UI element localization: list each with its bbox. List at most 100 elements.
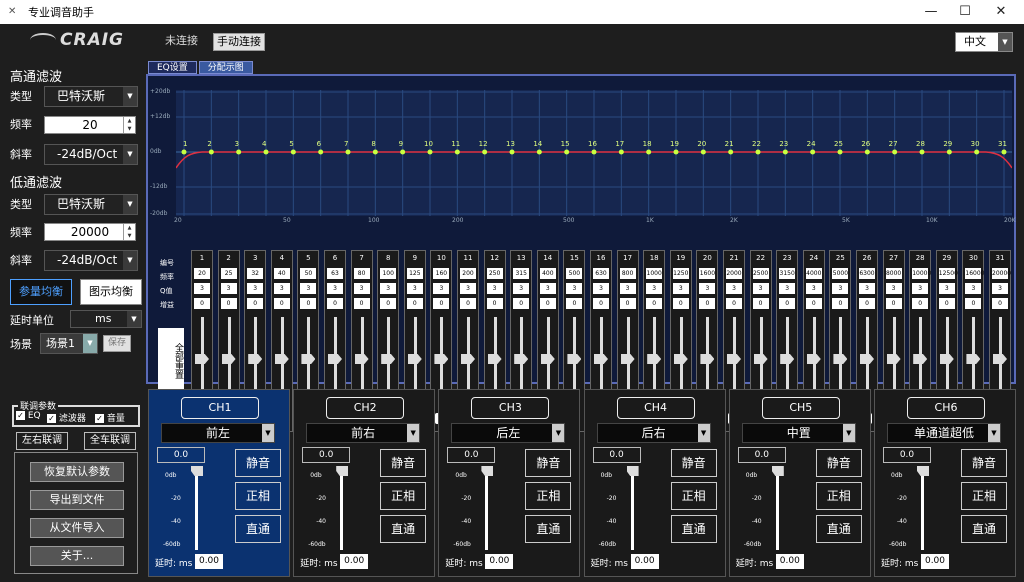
band-slider-knob[interactable] (993, 354, 1007, 364)
band-slider-knob[interactable] (806, 354, 821, 364)
channel-gain-value[interactable]: 0.0 (157, 447, 205, 463)
band-freq[interactable]: 800 (619, 268, 636, 279)
hp-freq-input[interactable]: 20 ▲ ▼ (44, 116, 136, 134)
lr-link-button[interactable]: 左右联调 (16, 432, 68, 450)
bypass-button[interactable]: 直通 (961, 515, 1007, 543)
delay-value[interactable]: 0.00 (775, 554, 804, 569)
band-slider-knob[interactable] (487, 354, 502, 364)
stepper-icon[interactable]: ▲ ▼ (123, 117, 135, 133)
band-q[interactable]: 3 (885, 283, 902, 294)
scene-select[interactable]: 场景1 ▼ (40, 333, 98, 354)
band-q[interactable]: 3 (566, 283, 583, 294)
band-gain[interactable]: 0 (433, 298, 450, 309)
channel-volume-track[interactable] (921, 470, 924, 550)
band-gain[interactable]: 0 (726, 298, 742, 309)
band-freq[interactable]: 3150 (779, 268, 796, 279)
band-freq[interactable]: 500 (566, 268, 583, 279)
band-q[interactable]: 3 (273, 283, 290, 294)
lp-type-select[interactable]: 巴特沃斯 ▼ (44, 194, 138, 215)
band-gain[interactable]: 0 (327, 298, 343, 309)
band-slider-knob[interactable] (540, 354, 555, 364)
band-gain[interactable]: 0 (566, 298, 583, 309)
band-freq[interactable]: 20 (194, 268, 210, 279)
param-eq-button[interactable]: 参量均衡 (10, 279, 72, 305)
band-slider-knob[interactable] (567, 354, 582, 364)
band-q[interactable]: 3 (513, 283, 530, 294)
channel-gain-value[interactable]: 0.0 (592, 447, 641, 463)
channel-volume-knob[interactable] (771, 466, 784, 476)
band-slider-knob[interactable] (195, 354, 209, 364)
band-gain[interactable]: 0 (194, 298, 210, 309)
mute-button[interactable]: 静音 (235, 449, 281, 477)
phase-button[interactable]: 正相 (380, 482, 427, 510)
mute-button[interactable]: 静音 (380, 449, 427, 477)
band-slider-knob[interactable] (886, 354, 901, 364)
band-gain[interactable]: 0 (779, 298, 796, 309)
all-link-button[interactable]: 全车联调 (84, 432, 136, 450)
channel-assign-select[interactable]: 中置 ▼ (741, 423, 856, 443)
band-freq[interactable]: 200 (460, 268, 476, 279)
band-freq[interactable]: 400 (539, 268, 556, 279)
band-slider-knob[interactable] (514, 354, 529, 364)
band-q[interactable]: 3 (539, 283, 556, 294)
band-slider-knob[interactable] (461, 354, 475, 364)
channel-name-button[interactable]: CH2 (326, 397, 405, 419)
band-q[interactable]: 3 (220, 283, 237, 294)
bypass-button[interactable]: 直通 (815, 515, 862, 543)
band-gain[interactable]: 0 (353, 298, 370, 309)
band-q[interactable]: 3 (805, 283, 822, 294)
band-freq[interactable]: 6300 (859, 268, 875, 279)
band-freq[interactable]: 80 (353, 268, 370, 279)
hp-slope-select[interactable]: -24dB/Oct ▼ (44, 144, 138, 165)
band-q[interactable]: 3 (300, 283, 317, 294)
band-gain[interactable]: 0 (938, 298, 955, 309)
band-freq[interactable]: 1600 (699, 268, 716, 279)
band-slider-knob[interactable] (328, 354, 342, 364)
band-q[interactable]: 3 (406, 283, 423, 294)
band-freq[interactable]: 25 (220, 268, 237, 279)
band-gain[interactable]: 0 (859, 298, 875, 309)
band-q[interactable]: 3 (912, 283, 929, 294)
band-q[interactable]: 3 (965, 283, 982, 294)
language-select[interactable]: 中文 ▼ (955, 32, 1013, 52)
band-slider-knob[interactable] (913, 354, 928, 364)
band-q[interactable]: 3 (247, 283, 264, 294)
band-freq[interactable]: 63 (327, 268, 343, 279)
delay-unit-select[interactable]: ms ▼ (70, 310, 142, 328)
band-gain[interactable]: 0 (672, 298, 689, 309)
band-q[interactable]: 3 (380, 283, 397, 294)
band-gain[interactable]: 0 (460, 298, 476, 309)
bypass-button[interactable]: 直通 (525, 515, 572, 543)
lp-slope-select[interactable]: -24dB/Oct ▼ (44, 250, 138, 271)
mute-button[interactable]: 静音 (670, 449, 717, 477)
channel-gain-value[interactable]: 0.0 (737, 447, 786, 463)
bypass-button[interactable]: 直通 (670, 515, 717, 543)
band-freq[interactable]: 20000 (992, 268, 1011, 279)
phase-button[interactable]: 正相 (670, 482, 717, 510)
band-slider-knob[interactable] (354, 354, 369, 364)
band-gain[interactable]: 0 (699, 298, 716, 309)
band-q[interactable]: 3 (194, 283, 210, 294)
band-q[interactable]: 3 (992, 283, 1008, 294)
channel-volume-track[interactable] (340, 470, 344, 550)
channel-assign-select[interactable]: 前左 ▼ (161, 423, 275, 443)
band-gain[interactable]: 0 (273, 298, 290, 309)
band-slider-knob[interactable] (860, 354, 874, 364)
minimize-button[interactable]: — (914, 0, 948, 24)
link-filter-checkbox[interactable]: ✓ 滤波器 (47, 411, 86, 424)
manual-connect-button[interactable]: 手动连接 (213, 33, 265, 51)
band-q[interactable]: 3 (646, 283, 663, 294)
band-q[interactable]: 3 (327, 283, 343, 294)
export-file-button[interactable]: 导出到文件 (30, 490, 124, 510)
tab-eq-settings[interactable]: EQ设置 (148, 61, 197, 74)
band-freq[interactable]: 100 (380, 268, 397, 279)
band-freq[interactable]: 50 (300, 268, 317, 279)
band-slider-knob[interactable] (594, 354, 608, 364)
band-freq[interactable]: 630 (593, 268, 609, 279)
band-q[interactable]: 3 (593, 283, 609, 294)
band-slider-knob[interactable] (673, 354, 688, 364)
bypass-button[interactable]: 直通 (380, 515, 427, 543)
channel-volume-knob[interactable] (481, 466, 494, 476)
delay-value[interactable]: 0.00 (340, 554, 369, 569)
tab-assignment-diagram[interactable]: 分配示图 (198, 61, 253, 74)
